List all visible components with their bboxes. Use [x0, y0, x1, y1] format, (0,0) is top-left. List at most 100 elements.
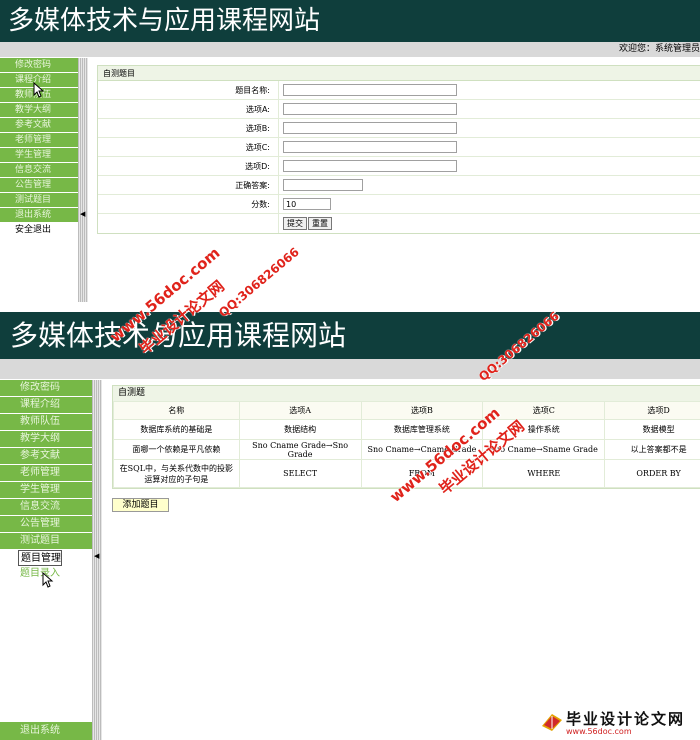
question-list-panel: 自测题 名称 选项A 选项B 选项C 选项D 数据库系统的基础是 数据结构 数据…: [112, 385, 700, 489]
logo-book-icon: [542, 714, 562, 731]
row-divider: [278, 138, 279, 157]
sidebar-item-change-password[interactable]: 修改密码: [0, 58, 78, 73]
logo-url: www.56doc.com: [566, 727, 632, 736]
score-input[interactable]: [283, 198, 331, 210]
sidebar-menu: 修改密码 课程介绍 教师队伍 教学大纲 参考文献 老师管理 学生管理 信息交流 …: [0, 380, 92, 582]
frame-splitter[interactable]: [92, 380, 102, 740]
table-row[interactable]: 在SQL中，与关系代数中的投影运算对应的子句是 SELECT FROM WHER…: [113, 459, 700, 488]
cell-option-d: ORDER BY: [604, 459, 700, 488]
site-banner: 多媒体技术与应用课程网站: [0, 0, 700, 42]
screenshot-gap: [0, 302, 700, 312]
cell-option-c: Sno Cname→Sname Grade: [482, 439, 606, 460]
form-row-answer: 正确答案:: [98, 176, 700, 195]
sidebar-item-logout[interactable]: 退出系统: [0, 722, 92, 740]
row-divider: [278, 157, 279, 176]
sidebar-item-tests[interactable]: 测试题目: [0, 533, 92, 550]
sidebar-item-messages[interactable]: 信息交流: [0, 499, 92, 516]
welcome-text: 欢迎您：系统管理员: [618, 44, 700, 54]
col-header-option-a: 选项A: [238, 401, 362, 420]
option-b-input[interactable]: [283, 122, 457, 134]
form-row-option-c: 选项C:: [98, 138, 700, 157]
cell-option-b: 数据库管理系统: [360, 419, 484, 440]
form-row-question: 题目名称:: [98, 81, 700, 100]
option-d-input[interactable]: [283, 160, 457, 172]
welcome-bar: 欢迎您：系统管理员: [0, 42, 700, 57]
cell-option-d: 以上答案都不是: [604, 439, 700, 460]
cell-name: 面哪一个依赖是平凡依赖: [113, 439, 240, 460]
table-header-row: 名称 选项A 选项B 选项C 选项D: [113, 401, 700, 420]
site-banner: 多媒体技术与应用课程网站: [0, 312, 700, 359]
cell-name: 在SQL中，与关系代数中的投影运算对应的子句是: [113, 459, 240, 488]
sidebar-item-safe-logout[interactable]: 安全退出: [0, 223, 78, 238]
panel-title: 自测题: [113, 386, 700, 401]
sidebar-item-teachers[interactable]: 教师队伍: [0, 414, 92, 431]
cell-option-c: 操作系统: [482, 419, 606, 440]
submenu-item-question-mgmt[interactable]: 题目管理: [18, 550, 62, 566]
welcome-bar: [0, 359, 700, 379]
screen-question-entry: 多媒体技术与应用课程网站 欢迎您：系统管理员 修改密码 课程介绍 教师队伍 教学…: [0, 0, 700, 302]
form-row-option-d: 选项D:: [98, 157, 700, 176]
question-input[interactable]: [283, 84, 457, 96]
option-c-label: 选项C:: [245, 143, 270, 152]
row-divider: [278, 100, 279, 119]
cell-option-b: FROM: [360, 459, 484, 488]
sidebar-item-notice-mgmt[interactable]: 公告管理: [0, 178, 78, 193]
option-a-input[interactable]: [283, 103, 457, 115]
sidebar-item-references[interactable]: 参考文献: [0, 118, 78, 133]
sidebar-item-course-intro[interactable]: 课程介绍: [0, 397, 92, 414]
submit-button[interactable]: 提交: [283, 217, 307, 230]
sidebar-item-student-mgmt[interactable]: 学生管理: [0, 148, 78, 163]
form-row-actions: 提交 重置: [98, 214, 700, 233]
mouse-pointer-icon: [42, 572, 54, 588]
sidebar-item-syllabus[interactable]: 教学大纲: [0, 103, 78, 118]
sidebar-item-tests[interactable]: 测试题目: [0, 193, 78, 208]
mouse-pointer-icon: [33, 82, 45, 98]
col-header-name: 名称: [113, 401, 240, 420]
row-divider: [278, 119, 279, 138]
option-b-label: 选项B:: [245, 124, 270, 133]
score-label: 分数:: [251, 200, 270, 209]
reset-button[interactable]: 重置: [308, 217, 332, 230]
answer-input[interactable]: [283, 179, 363, 191]
sidebar-item-messages[interactable]: 信息交流: [0, 163, 78, 178]
sidebar-item-references[interactable]: 参考文献: [0, 448, 92, 465]
site-title: 多媒体技术与应用课程网站: [8, 6, 321, 36]
cell-option-c: WHERE: [482, 459, 606, 488]
sidebar-item-notice-mgmt[interactable]: 公告管理: [0, 516, 92, 533]
sidebar-item-syllabus[interactable]: 教学大纲: [0, 431, 92, 448]
row-divider: [278, 195, 279, 214]
add-question-button[interactable]: 添加题目: [112, 498, 169, 512]
cell-option-a: Sno Cname Grade→Sno Grade: [238, 439, 362, 460]
form-row-option-b: 选项B:: [98, 119, 700, 138]
row-divider: [278, 214, 279, 233]
option-a-label: 选项A:: [245, 105, 270, 114]
option-c-input[interactable]: [283, 141, 457, 153]
question-form-panel: 自测题目 题目名称: 选项A: 选项B: 选项C: 选项D: 正确答案: 分数:…: [97, 65, 700, 234]
table-row[interactable]: 数据库系统的基础是 数据结构 数据库管理系统 操作系统 数据模型: [113, 419, 700, 440]
panel-title: 自测题目: [98, 66, 700, 81]
cell-option-b: Sno Cname→Cname Grade: [360, 439, 484, 460]
site-logo: 毕业设计论文网 www.56doc.com: [540, 706, 700, 740]
logo-name: 毕业设计论文网: [566, 710, 686, 728]
answer-label: 正确答案:: [235, 181, 270, 190]
question-label: 题目名称:: [235, 86, 270, 95]
cell-name: 数据库系统的基础是: [113, 419, 240, 440]
collapse-arrow-icon[interactable]: ◀: [94, 552, 99, 560]
sidebar-item-teacher-mgmt[interactable]: 老师管理: [0, 133, 78, 148]
sidebar-item-change-password[interactable]: 修改密码: [0, 380, 92, 397]
cell-option-a: 数据结构: [238, 419, 362, 440]
sidebar-item-teacher-mgmt[interactable]: 老师管理: [0, 465, 92, 482]
frame-splitter[interactable]: [78, 58, 88, 302]
sidebar-item-student-mgmt[interactable]: 学生管理: [0, 482, 92, 499]
cell-option-d: 数据模型: [604, 419, 700, 440]
table-row[interactable]: 面哪一个依赖是平凡依赖 Sno Cname Grade→Sno Grade Sn…: [113, 439, 700, 460]
screen-question-management: 多媒体技术与应用课程网站 修改密码 课程介绍 教师队伍 教学大纲 参考文献 老师…: [0, 312, 700, 740]
question-table: 名称 选项A 选项B 选项C 选项D 数据库系统的基础是 数据结构 数据库管理系…: [113, 401, 700, 488]
site-title: 多媒体技术与应用课程网站: [10, 319, 347, 352]
row-divider: [278, 81, 279, 100]
col-header-option-c: 选项C: [482, 401, 606, 420]
form-row-score: 分数:: [98, 195, 700, 214]
collapse-arrow-icon[interactable]: ◀: [80, 210, 85, 218]
sidebar-item-logout[interactable]: 退出系统: [0, 208, 78, 223]
option-d-label: 选项D:: [245, 162, 270, 171]
